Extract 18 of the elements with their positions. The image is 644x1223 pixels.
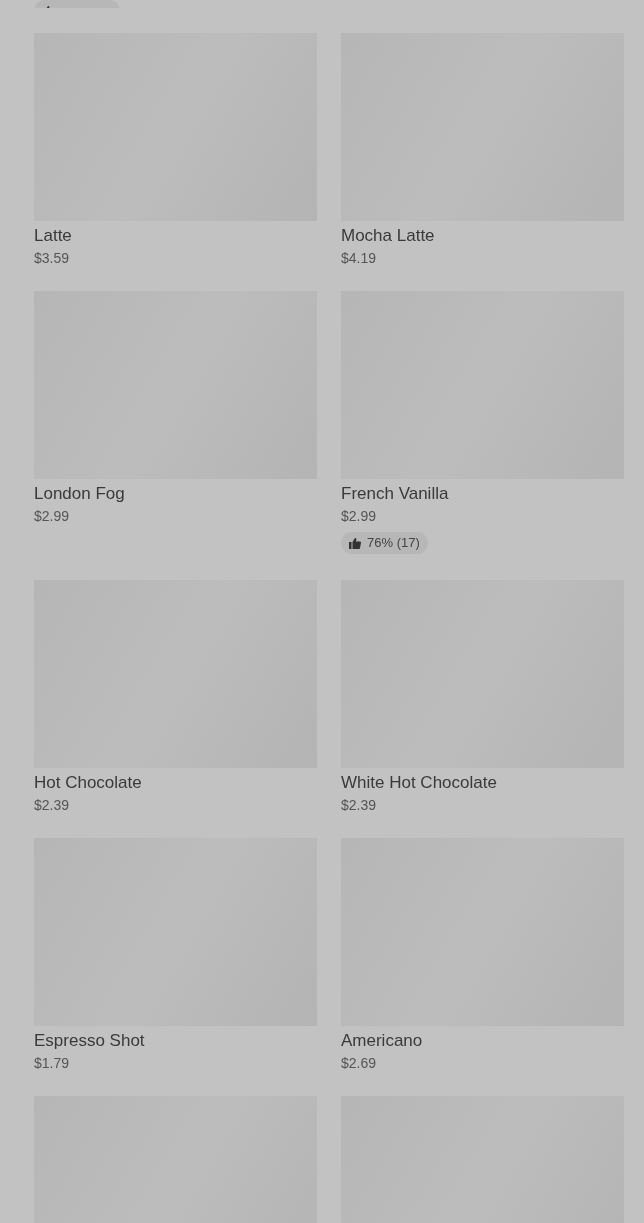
product-price: $1.79 xyxy=(34,1053,71,1073)
product-name: French Vanilla xyxy=(341,483,450,506)
product-price: $2.99 xyxy=(34,507,71,526)
product-name: White Hot Chocolate xyxy=(341,771,498,794)
product-name: London Fog xyxy=(34,483,126,506)
product-price: $2.69 xyxy=(341,1053,378,1073)
product-name: Americano xyxy=(341,1029,424,1052)
product-name: Latte xyxy=(34,225,73,247)
product-price: $4.19 xyxy=(341,249,378,268)
thumbs-up-icon xyxy=(349,536,361,549)
product-name: Mocha Latte xyxy=(341,225,436,247)
product-price: $3.59 xyxy=(34,249,71,268)
product-price: $2.99 xyxy=(341,507,378,526)
product-price: $2.39 xyxy=(341,795,378,814)
rating-badge: 76% (17) xyxy=(341,531,428,554)
product-name: Espresso Shot xyxy=(34,1029,146,1052)
product-price: $2.39 xyxy=(34,795,71,814)
product-name: Hot Chocolate xyxy=(34,771,143,794)
